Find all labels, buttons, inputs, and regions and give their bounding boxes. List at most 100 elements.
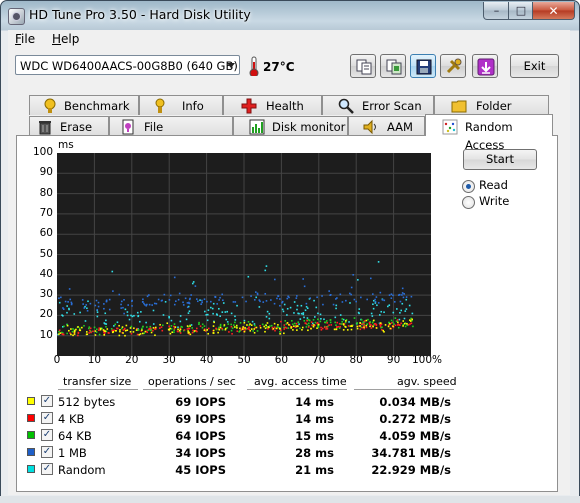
scatter-point [264, 269, 267, 272]
read-radio[interactable] [462, 180, 475, 193]
menu-file[interactable]: File [15, 32, 35, 46]
scatter-point [226, 326, 228, 329]
tab-erase[interactable]: Erase [29, 116, 109, 136]
scatter-point [345, 299, 347, 302]
scatter-point [104, 312, 107, 315]
speed-cell: 22.929 MB/s [371, 463, 451, 477]
scatter-point [212, 302, 215, 305]
scatter-point [284, 326, 287, 329]
scatter-point [324, 326, 326, 329]
scatter-point [276, 297, 278, 300]
scatter-point [398, 294, 400, 296]
scatter-point [359, 328, 362, 331]
scatter-point [141, 301, 144, 303]
series-checkbox[interactable]: ✓ [41, 446, 53, 458]
scatter-point [155, 302, 158, 305]
scatter-point [222, 299, 224, 302]
scatter-point [252, 330, 254, 332]
scatter-point [186, 306, 189, 309]
close-button[interactable]: ✕ [532, 2, 575, 20]
scatter-point [306, 319, 308, 322]
drive-select[interactable]: WDC WD6400AACS-00G8B0 (640 GB) [15, 55, 240, 75]
scatter-point [279, 298, 281, 300]
tab-aam[interactable]: AAM [348, 116, 425, 136]
series-checkbox[interactable]: ✓ [41, 429, 53, 441]
scatter-point [408, 304, 411, 307]
scatter-point [305, 302, 308, 305]
maximize-button[interactable]: □ [508, 2, 534, 20]
scatter-point [323, 318, 325, 321]
y-tick-label: 60 [39, 227, 53, 240]
scatter-point [112, 290, 114, 292]
scatter-point [350, 328, 353, 331]
copy-text-button[interactable] [350, 54, 376, 78]
scatter-point [83, 307, 86, 309]
scatter-point [141, 329, 143, 331]
tab-disk-monitor[interactable]: Disk monitor [233, 116, 348, 136]
scatter-point [79, 329, 82, 332]
tab-info[interactable]: Info [139, 95, 223, 115]
scatter-point [279, 331, 281, 333]
scatter-point [170, 328, 173, 330]
tab-health[interactable]: Health [223, 95, 322, 115]
download-button[interactable] [472, 54, 498, 78]
scatter-point [329, 319, 332, 321]
scatter-point [185, 318, 188, 321]
y-tick-label: 20 [39, 308, 53, 321]
scatter-point [116, 321, 119, 324]
save-button[interactable] [410, 54, 436, 78]
scatter-point [250, 295, 252, 297]
scatter-point [153, 302, 156, 305]
series-checkbox[interactable]: ✓ [41, 395, 53, 407]
write-radio[interactable] [462, 196, 475, 209]
scatter-point [199, 299, 201, 301]
scatter-point [406, 322, 408, 325]
scatter-point [283, 332, 285, 335]
scatter-point [275, 327, 278, 330]
scatter-point [317, 312, 319, 315]
series-checkbox[interactable]: ✓ [41, 463, 53, 475]
exit-button[interactable]: Exit [510, 54, 559, 78]
tab-folder-usage[interactable]: Folder Usage [434, 95, 549, 131]
scatter-point [277, 324, 279, 326]
scatter-point [341, 318, 344, 320]
tab-file-benchmark[interactable]: File Benchmark [109, 116, 233, 152]
scatter-point [356, 327, 359, 330]
menu-help[interactable]: Help [52, 32, 79, 46]
scatter-point [169, 332, 172, 335]
scatter-point [66, 311, 68, 314]
scatter-point [268, 317, 271, 320]
scatter-point [399, 311, 401, 314]
scatter-point [339, 325, 341, 328]
scatter-point [297, 321, 300, 323]
scatter-point [284, 320, 287, 322]
scatter-point [66, 332, 68, 335]
scatter-point [403, 322, 406, 325]
tab-benchmark[interactable]: Benchmark [29, 95, 139, 115]
scatter-point [255, 326, 258, 329]
scatter-point [191, 331, 194, 334]
scatter-point [267, 328, 269, 330]
scatter-point [240, 328, 243, 331]
scatter-point [299, 327, 301, 330]
scatter-point [366, 298, 368, 301]
tab-random-access[interactable]: Random Access [425, 114, 553, 152]
scatter-point [66, 324, 69, 327]
scatter-point [89, 327, 92, 330]
header-divider [143, 389, 231, 390]
scatter-point [298, 323, 300, 325]
scatter-point [236, 330, 239, 333]
speed-cell: 0.034 MB/s [379, 395, 451, 409]
minimize-button[interactable]: – [483, 2, 510, 20]
scatter-point [243, 321, 246, 324]
scatter-point [120, 300, 123, 303]
copy-screenshot-button[interactable] [380, 54, 406, 78]
title-bar[interactable]: HD Tune Pro 3.50 - Hard Disk Utility – □… [1, 1, 579, 29]
scatter-point [273, 302, 276, 305]
scatter-point [313, 324, 315, 326]
options-button[interactable] [440, 54, 466, 78]
series-checkbox[interactable]: ✓ [41, 412, 53, 424]
scatter-point [90, 331, 92, 334]
tab-error-scan[interactable]: Error Scan [322, 95, 434, 115]
thermometer-icon [249, 56, 259, 76]
